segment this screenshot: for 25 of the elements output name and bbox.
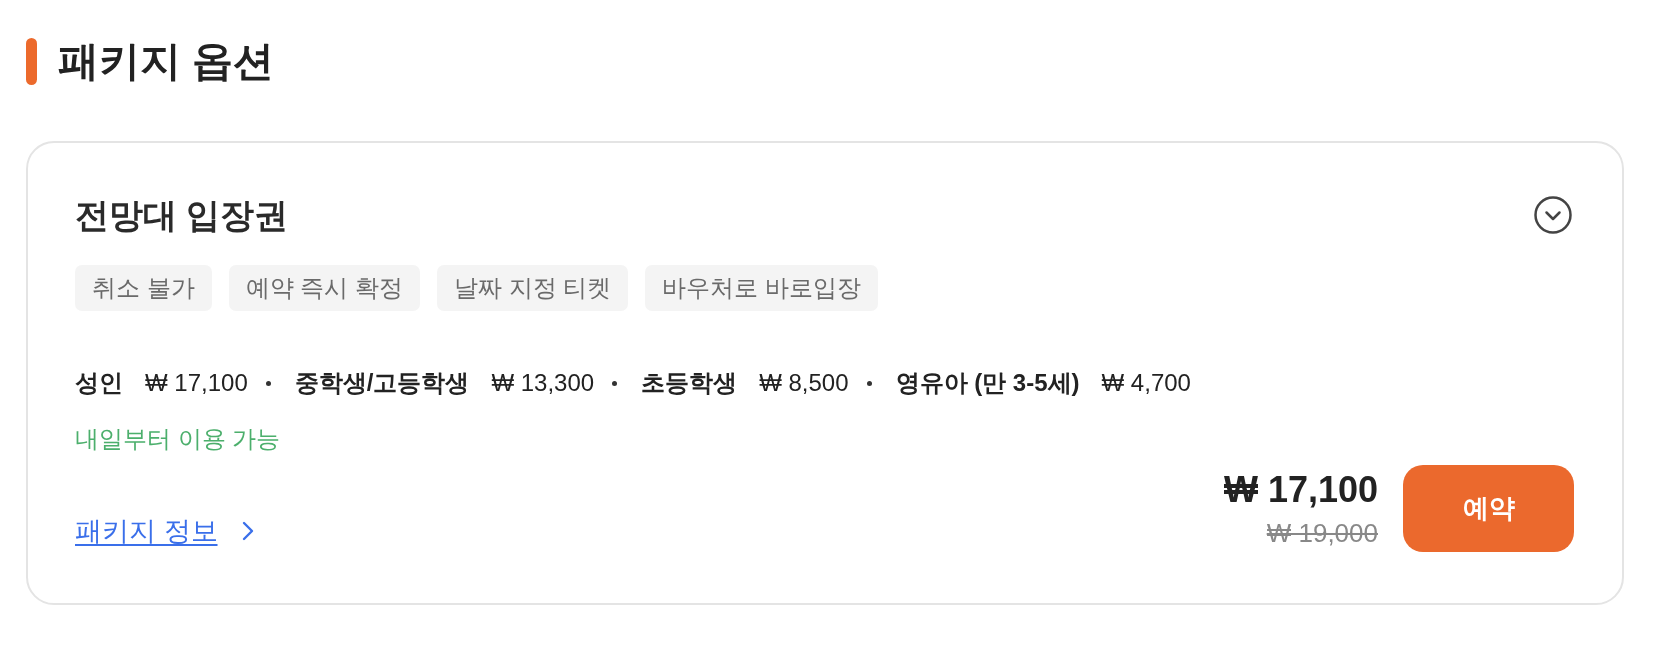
ticket-type-label: 초등학생	[641, 368, 738, 398]
separator-dot-icon	[265, 380, 271, 386]
section-title: 패키지 옵션	[58, 38, 275, 85]
ticket-type-label: 중학생/고등학생	[294, 368, 470, 398]
original-price: ₩ 19,000	[1266, 516, 1378, 549]
title-accent-bar	[26, 38, 37, 85]
ticket-price: ₩ 13,300	[491, 369, 595, 397]
ticket-price: ₩ 17,100	[145, 369, 248, 397]
package-info-link[interactable]: 패키지 정보	[75, 515, 254, 547]
availability-text: 내일부터 이용 가능	[75, 424, 281, 454]
sale-price: ₩ 17,100	[1223, 468, 1378, 511]
chevron-down-circle-icon[interactable]	[1534, 196, 1572, 234]
ticket-price: ₩ 4,700	[1101, 369, 1191, 397]
ticket-type-label: 영유아 (만 3-5세)	[895, 368, 1080, 398]
package-title: 전망대 입장권	[75, 195, 289, 235]
chevron-right-icon	[241, 521, 254, 541]
ticket-type-label: 성인	[75, 368, 123, 398]
feature-tag: 취소 불가	[75, 265, 212, 311]
separator-dot-icon	[866, 380, 872, 386]
feature-tag: 날짜 지정 티켓	[437, 265, 629, 311]
book-button[interactable]: 예약	[1403, 465, 1574, 552]
feature-tag: 예약 즉시 확정	[228, 265, 420, 311]
feature-tag: 바우처로 바로입장	[645, 265, 879, 311]
ticket-price: ₩ 8,500	[759, 369, 849, 397]
separator-dot-icon	[612, 380, 618, 386]
